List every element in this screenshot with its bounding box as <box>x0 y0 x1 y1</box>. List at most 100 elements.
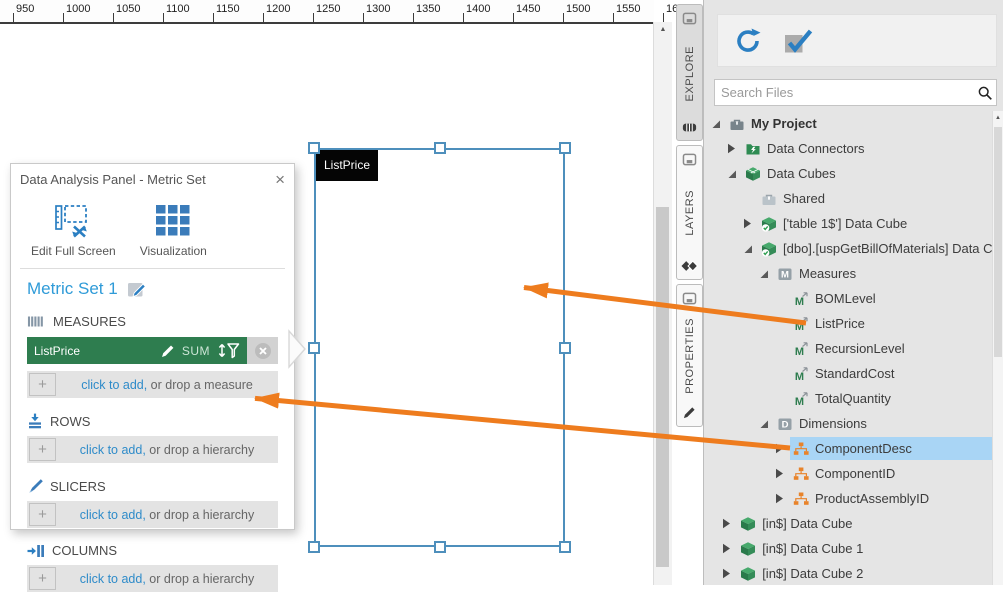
plus-icon[interactable]: + <box>29 438 56 461</box>
scroll-up-icon[interactable]: ▲ <box>654 22 672 38</box>
ruler-tick <box>13 13 14 22</box>
add-row-columns[interactable]: +click to add, or drop a hierarchy <box>27 565 278 592</box>
collapsed-icon[interactable] <box>720 567 733 580</box>
tree-item-bomlevel[interactable]: MBOMLevel <box>704 286 993 311</box>
tree-item-label: ComponentID <box>815 466 895 481</box>
tree-item-productassemblyid[interactable]: ProductAssemblyID <box>704 486 993 511</box>
add-row-measures[interactable]: +click to add, or drop a measure <box>27 371 278 398</box>
ruler-tick <box>63 13 64 22</box>
tree-item-componentid[interactable]: ComponentID <box>704 461 993 486</box>
expanded-icon[interactable] <box>757 417 770 430</box>
collapsed-icon[interactable] <box>773 492 786 505</box>
canvas-scrollbar-thumb[interactable] <box>656 207 669 567</box>
click-to-add-link[interactable]: click to add, <box>80 443 146 457</box>
selection-handle[interactable] <box>559 142 571 154</box>
expanded-icon[interactable] <box>741 242 754 255</box>
ruler-tick <box>363 13 364 22</box>
tree-item-my-project[interactable]: My Project <box>704 111 993 136</box>
tab-explore[interactable]: EXPLORE <box>676 4 703 141</box>
tree-item-data-connectors[interactable]: Data Connectors <box>704 136 993 161</box>
tree-scrollbar-thumb[interactable] <box>994 127 1002 357</box>
tree-item-table-1-data-cube[interactable]: ['table 1$'] Data Cube <box>704 211 993 236</box>
visualization-button[interactable]: Visualization <box>140 202 207 258</box>
click-to-add-link[interactable]: click to add, <box>81 378 147 392</box>
checkmark-button[interactable] <box>782 25 814 57</box>
plus-icon[interactable]: + <box>29 567 56 590</box>
measure-icon: M <box>792 315 809 332</box>
tree-item-shared[interactable]: Shared <box>704 186 993 211</box>
section-header-measures: MEASURES <box>27 314 278 329</box>
selection-handle[interactable] <box>559 342 571 354</box>
tree-item-label: ProductAssemblyID <box>815 491 929 506</box>
tree-item-totalquantity[interactable]: MTotalQuantity <box>704 386 993 411</box>
selection-handle[interactable] <box>434 541 446 553</box>
checkmark-icon <box>783 27 814 55</box>
edit-full-screen-button[interactable]: Edit Full Screen <box>31 202 116 258</box>
dimensions-folder-icon: D <box>776 415 793 432</box>
svg-text:M: M <box>794 371 803 382</box>
panel-collapse-chevron-icon[interactable] <box>288 329 308 369</box>
layers-icon <box>681 260 698 272</box>
selection-handle[interactable] <box>308 142 320 154</box>
collapsed-icon[interactable] <box>773 467 786 480</box>
measure-icon: M <box>792 390 809 407</box>
expander-spacer <box>773 367 786 380</box>
tree-item-componentdesc[interactable]: ComponentDesc <box>704 436 993 461</box>
search-icon[interactable] <box>974 85 996 101</box>
click-to-add-link[interactable]: click to add, <box>80 508 146 522</box>
measure-item-listprice[interactable]: ListPriceSUM <box>27 337 278 364</box>
scroll-up-icon[interactable]: ▲ <box>993 111 1003 125</box>
collapsed-icon[interactable] <box>773 442 786 455</box>
aggregator-label[interactable]: SUM <box>182 344 210 358</box>
tree-item-label: Data Cubes <box>767 166 836 181</box>
canvas-vertical-scrollbar[interactable]: ▲ <box>653 22 672 585</box>
tree-item-in-data-cube-2[interactable]: [in$] Data Cube 2 <box>704 561 993 585</box>
tree-item-data-cubes[interactable]: Data Cubes <box>704 161 993 186</box>
tree-item-in-data-cube-1[interactable]: [in$] Data Cube 1 <box>704 536 993 561</box>
selection-handle[interactable] <box>559 541 571 553</box>
pencil-white-icon[interactable] <box>161 344 175 358</box>
collapsed-icon[interactable] <box>725 142 738 155</box>
tab-properties[interactable]: PROPERTIES <box>676 284 703 427</box>
add-row-rows[interactable]: +click to add, or drop a hierarchy <box>27 436 278 463</box>
search-input[interactable] <box>715 85 974 100</box>
add-row-slicers[interactable]: +click to add, or drop a hierarchy <box>27 501 278 528</box>
close-icon[interactable]: × <box>275 171 285 188</box>
data-cube-check-icon <box>760 240 777 257</box>
plus-icon[interactable]: + <box>29 373 56 396</box>
expanded-icon[interactable] <box>757 267 770 280</box>
plus-icon[interactable]: + <box>29 503 56 526</box>
section-header-columns: COLUMNS <box>27 543 278 558</box>
expanded-icon[interactable] <box>709 117 722 130</box>
edit-pencil-icon[interactable] <box>127 280 146 298</box>
selection-handle[interactable] <box>308 541 320 553</box>
tree-item-label: ComponentDesc <box>815 441 912 456</box>
selection-handle[interactable] <box>308 342 320 354</box>
ruler-tick-label: 1300 <box>366 3 390 15</box>
search-box <box>714 79 997 106</box>
expanded-icon[interactable] <box>725 167 738 180</box>
expander-spacer <box>741 192 754 205</box>
tree-item-measures[interactable]: MMeasures <box>704 261 993 286</box>
click-to-add-link[interactable]: click to add, <box>80 572 146 586</box>
data-cube-check-icon <box>760 215 777 232</box>
data-cube-icon <box>739 515 756 532</box>
refresh-button[interactable] <box>732 25 764 57</box>
tree-item-dimensions[interactable]: DDimensions <box>704 411 993 436</box>
tree-item-in-data-cube[interactable]: [in$] Data Cube <box>704 511 993 536</box>
selection-handle[interactable] <box>434 142 446 154</box>
tree-scrollbar[interactable]: ▲ <box>992 111 1003 585</box>
collapsed-icon[interactable] <box>741 217 754 230</box>
tree-item-standardcost[interactable]: MStandardCost <box>704 361 993 386</box>
tab-layers[interactable]: LAYERS <box>676 145 703 280</box>
data-connectors-icon <box>744 140 761 157</box>
collapsed-icon[interactable] <box>720 517 733 530</box>
sort-filter-icon[interactable] <box>217 342 240 359</box>
tree-item-dbo-uspgetbillofmaterials-data-cu[interactable]: [dbo].[uspGetBillOfMaterials] Data Cu <box>704 236 993 261</box>
tree-item-listprice[interactable]: MListPrice <box>704 311 993 336</box>
collapsed-icon[interactable] <box>720 542 733 555</box>
hierarchy-icon <box>792 490 809 507</box>
selected-table-visual[interactable]: ListPrice <box>314 148 565 547</box>
tree-item-recursionlevel[interactable]: MRecursionLevel <box>704 336 993 361</box>
remove-measure-button[interactable] <box>247 337 278 364</box>
